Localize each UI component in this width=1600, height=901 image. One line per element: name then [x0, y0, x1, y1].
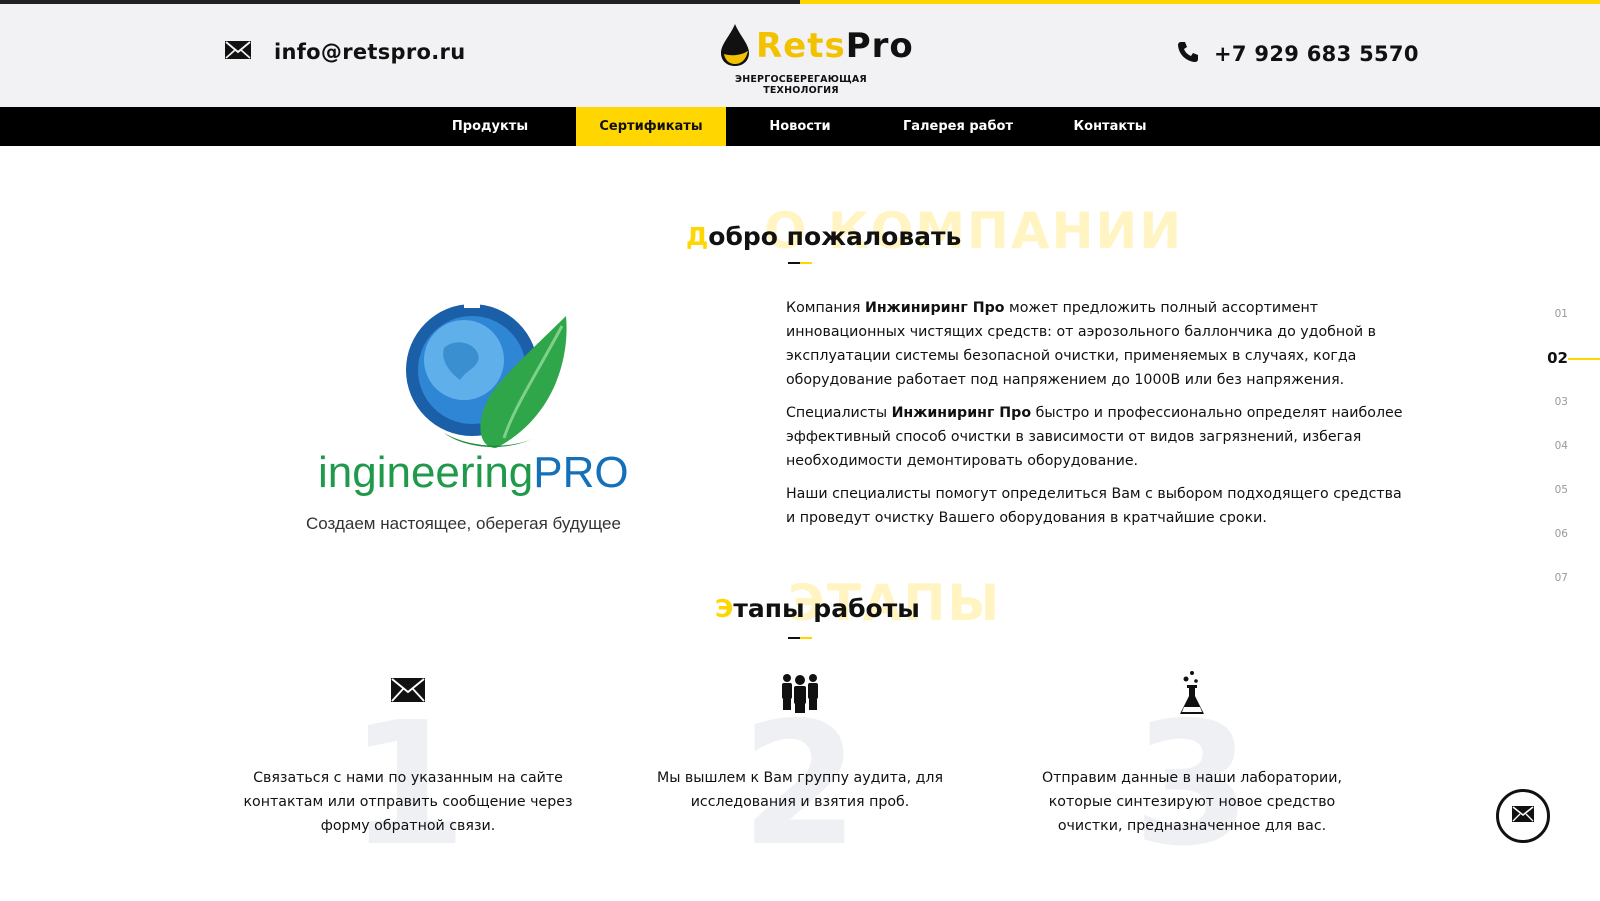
- stage-text: Связаться с нами по указанным на сайте к…: [243, 770, 573, 834]
- about-text: Компания Инжиниринг Про может предложить…: [786, 296, 1406, 539]
- about-paragraph-2: Специалисты Инжиниринг Про быстро и проф…: [786, 405, 1403, 469]
- phone-link[interactable]: +7 929 683 5570: [1176, 40, 1419, 68]
- brand-name: RetsPro: [756, 26, 914, 66]
- nav-item-gallery[interactable]: Галерея работ: [890, 107, 1026, 146]
- nav-item-news[interactable]: Новости: [740, 107, 860, 146]
- stages-heading: Этапы работы: [715, 594, 920, 623]
- envelope-icon: [1512, 806, 1534, 826]
- nav-item-certificates[interactable]: Сертификаты: [576, 107, 726, 146]
- about-heading: Добро пожаловать: [686, 222, 962, 251]
- drop-logo-icon: [721, 24, 749, 66]
- site-header: info@retspro.ru RetsPro ЭНЕРГОСБЕРЕГАЮЩА…: [0, 4, 1600, 107]
- nav-item-contacts[interactable]: Контакты: [1050, 107, 1170, 146]
- team-icon: [780, 670, 820, 718]
- envelope-icon: [388, 670, 428, 718]
- stages-heading-underline: [788, 637, 812, 639]
- flask-icon: [1172, 670, 1212, 718]
- section-side-nav: 01 02 03 04 05 06 07: [1500, 300, 1600, 600]
- contact-fab-button[interactable]: [1496, 789, 1550, 843]
- side-nav-item-01[interactable]: 01: [1555, 308, 1568, 320]
- side-nav-item-06[interactable]: 06: [1555, 528, 1568, 540]
- about-paragraph-3: Наши специалисты помогут определиться Ва…: [786, 486, 1402, 526]
- side-nav-item-07[interactable]: 07: [1555, 572, 1568, 584]
- globe-gear-leaf-icon: [406, 298, 567, 448]
- side-nav-item-04[interactable]: 04: [1555, 440, 1568, 452]
- stage-text: Отправим данные в наши лаборатории, кото…: [1041, 770, 1343, 834]
- main-nav: Продукты Сертификаты Новости Галерея раб…: [0, 107, 1600, 146]
- envelope-icon: [224, 40, 252, 64]
- phone-icon: [1176, 40, 1200, 68]
- about-paragraph-1: Компания Инжиниринг Про может предложить…: [786, 300, 1376, 388]
- side-nav-item-03[interactable]: 03: [1555, 396, 1568, 408]
- nav-item-products[interactable]: Продукты: [430, 107, 550, 146]
- about-heading-underline: [788, 262, 812, 264]
- email-text: info@retspro.ru: [274, 40, 466, 64]
- company-logo-slogan: Создаем настоящее, оберегая будущее: [306, 514, 621, 533]
- side-nav-item-02[interactable]: 02: [1547, 349, 1568, 367]
- brand-tagline: ЭНЕРГОСБЕРЕГАЮЩАЯ ТЕХНОЛОГИЯ: [735, 74, 867, 96]
- phone-text: +7 929 683 5570: [1214, 42, 1419, 66]
- side-nav-item-05[interactable]: 05: [1555, 484, 1568, 496]
- side-nav-active-line: [1568, 358, 1600, 360]
- company-logo-wordmark: ingineeringPRO: [318, 448, 629, 497]
- email-link[interactable]: info@retspro.ru: [224, 40, 465, 64]
- site-logo[interactable]: RetsPro ЭНЕРГОСБЕРЕГАЮЩАЯ ТЕХНОЛОГИЯ: [712, 18, 913, 96]
- stage-text: Мы вышлем к Вам группу аудита, для иссле…: [656, 770, 944, 810]
- company-logo: ingineeringPRO Создаем настоящее, оберег…: [300, 298, 680, 543]
